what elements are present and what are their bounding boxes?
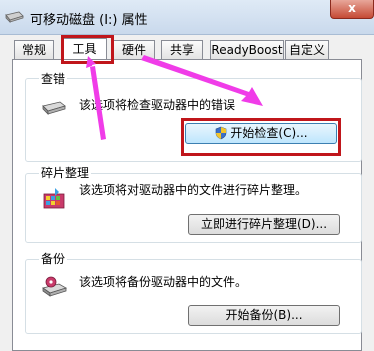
hard-drive-icon	[42, 101, 66, 115]
defrag-now-button[interactable]: 立即进行碎片整理(D)...	[188, 214, 340, 235]
tab-readyboost[interactable]: ReadyBoost	[210, 40, 284, 59]
defrag-title: 碎片整理	[39, 164, 92, 181]
error-check-title: 查错	[39, 70, 68, 87]
start-backup-button[interactable]: 开始备份(B)...	[188, 305, 340, 326]
title-bar: 可移动磁盘 (I:) 属性 x	[0, 0, 374, 35]
tab-general[interactable]: 常规	[14, 40, 54, 59]
error-check-description: 该选项将检查驱动器中的错误	[79, 98, 236, 112]
backup-icon	[42, 276, 67, 297]
start-check-highlight	[181, 118, 341, 156]
backup-description: 该选项将备份驱动器中的文件。	[79, 275, 248, 289]
tab-customize[interactable]: 自定义	[285, 40, 329, 59]
defrag-description: 该选项将对驱动器中的文件进行碎片整理。	[79, 183, 308, 197]
window-title: 可移动磁盘 (I:) 属性	[30, 13, 148, 28]
close-button[interactable]: x	[330, 0, 374, 19]
backup-title: 备份	[39, 250, 68, 267]
tab-hardware[interactable]: 硬件	[113, 40, 155, 59]
tools-panel: 查错 该选项将检查驱动器中的错误 开始检查(C)... 碎片整理 该选项将对驱动…	[12, 59, 362, 351]
close-icon: x	[348, 1, 356, 15]
defrag-icon	[43, 188, 65, 209]
drive-icon	[5, 11, 24, 23]
tab-sharing[interactable]: 共享	[161, 40, 203, 59]
tools-tab-highlight	[61, 35, 114, 64]
